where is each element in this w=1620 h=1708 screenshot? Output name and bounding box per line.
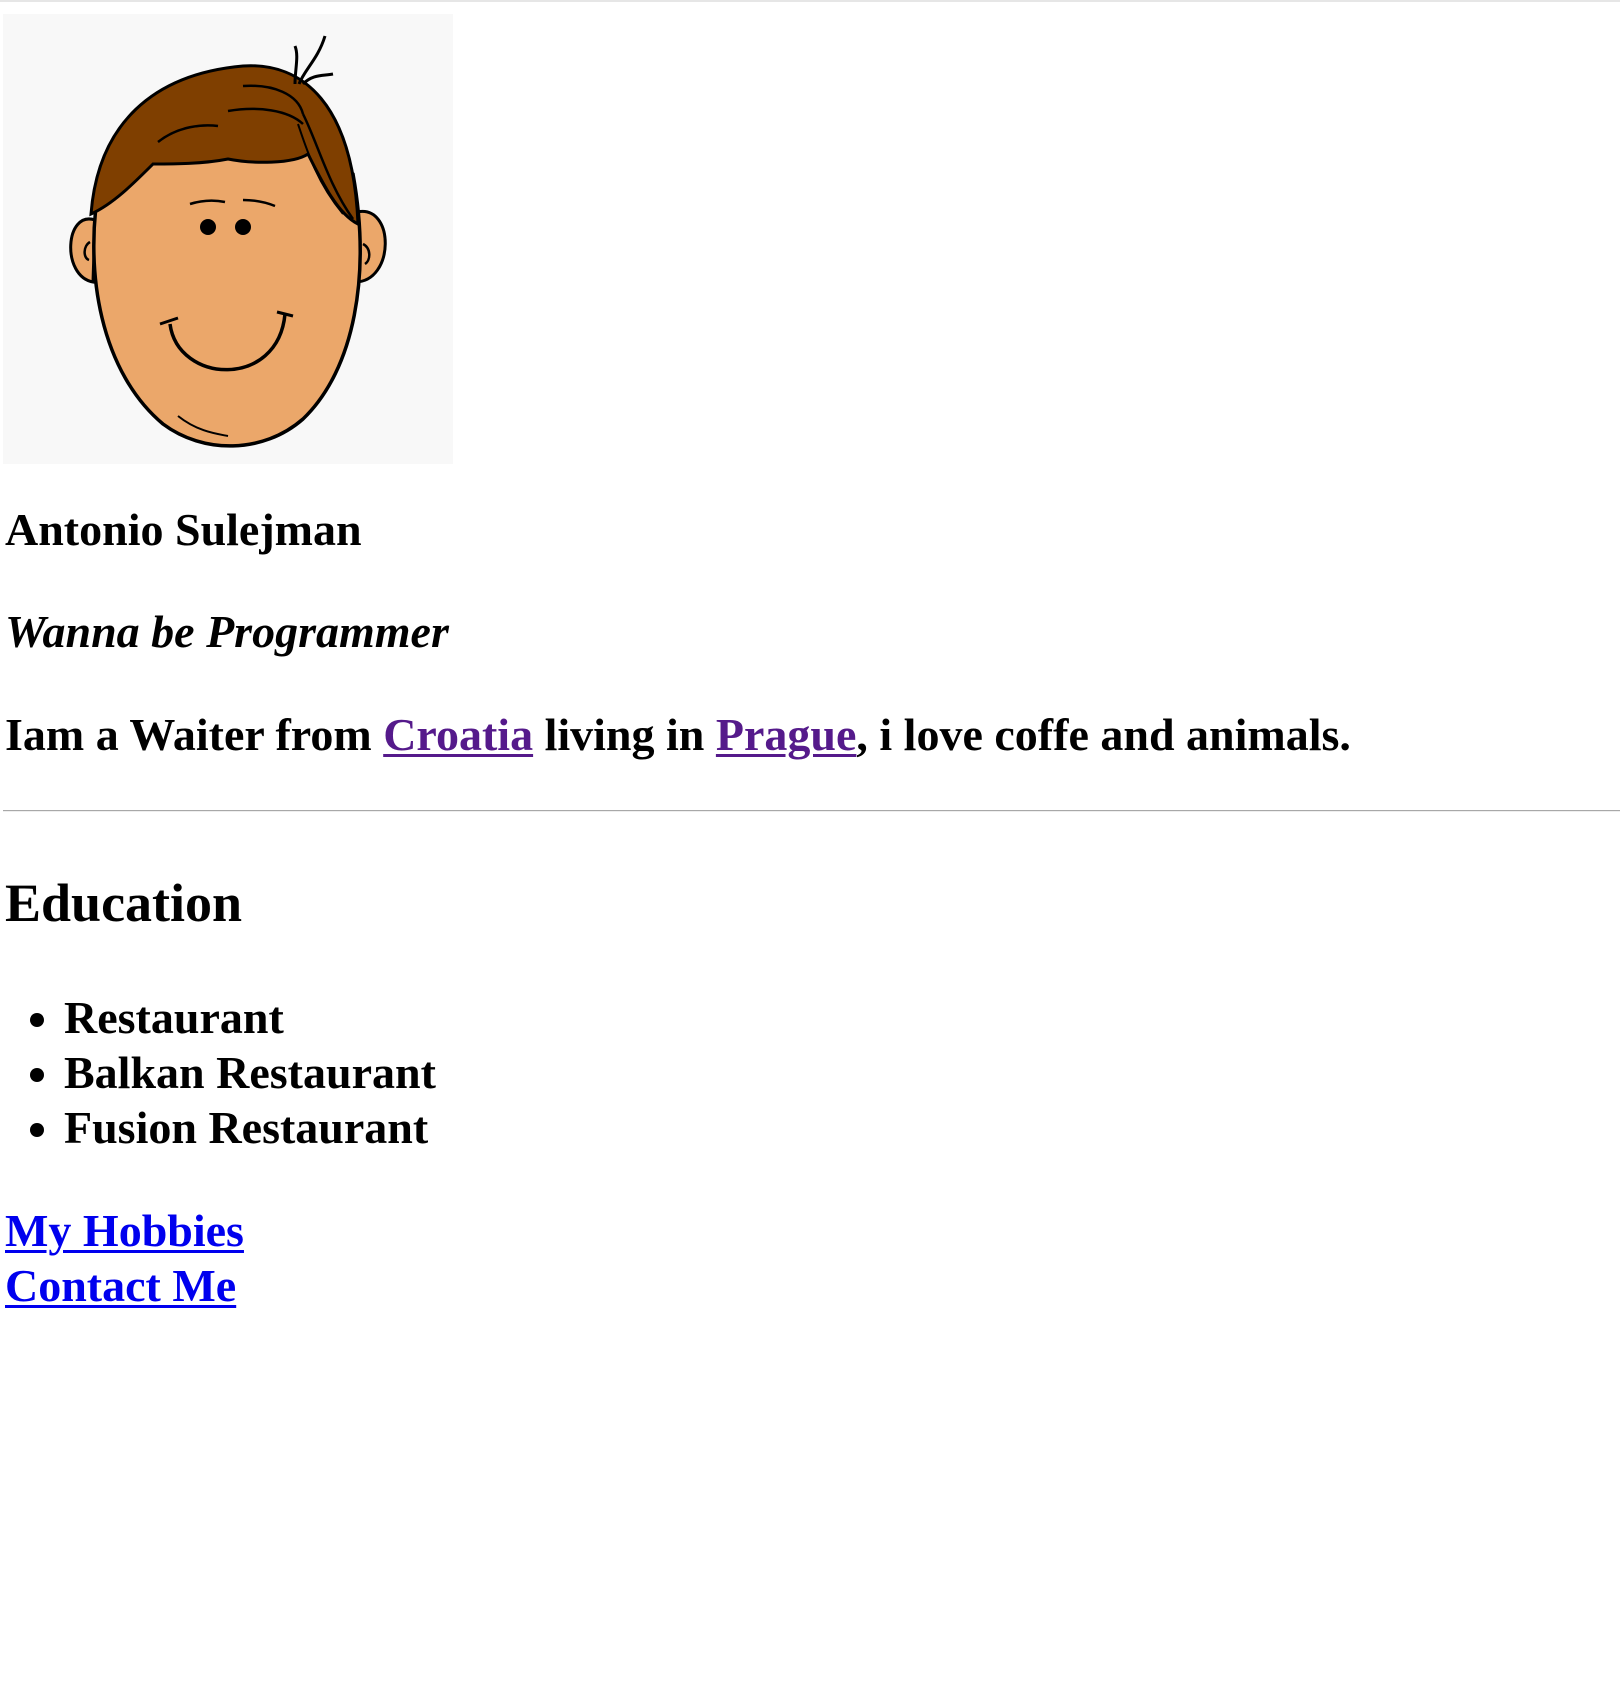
section-divider: [3, 810, 1620, 812]
education-item: Restaurant: [64, 990, 436, 1045]
profile-avatar: [3, 14, 453, 464]
prague-link[interactable]: Prague: [716, 709, 857, 760]
education-heading: Education: [5, 873, 243, 933]
bio-paragraph: Iam a Waiter from Croatia living in Prag…: [5, 707, 1351, 763]
page-links: My Hobbies Contact Me: [5, 1203, 244, 1313]
education-list: Restaurant Balkan Restaurant Fusion Rest…: [0, 990, 436, 1155]
profile-name: Antonio Sulejman: [5, 504, 362, 555]
contact-me-link[interactable]: Contact Me: [5, 1258, 244, 1313]
profile-tagline: Wanna be Programmer: [5, 606, 449, 657]
bio-text-after: , i love coffe and animals.: [856, 709, 1351, 760]
bio-text-before: Iam a Waiter from: [5, 709, 384, 760]
education-item: Fusion Restaurant: [64, 1100, 436, 1155]
cartoon-face-icon: [69, 35, 387, 448]
croatia-link[interactable]: Croatia: [383, 709, 533, 760]
top-border: [0, 0, 1620, 2]
my-hobbies-link[interactable]: My Hobbies: [5, 1203, 244, 1258]
education-item: Balkan Restaurant: [64, 1045, 436, 1100]
bio-text-middle: living in: [533, 709, 716, 760]
